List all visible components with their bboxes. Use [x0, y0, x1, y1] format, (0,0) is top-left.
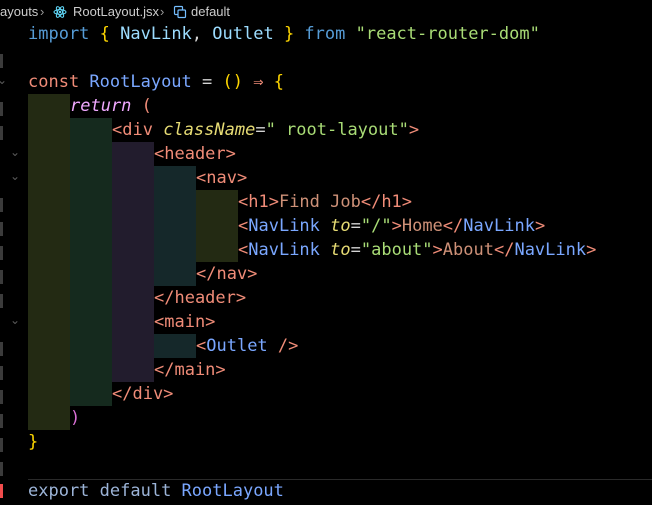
code-line-9[interactable]: <NavLink to="/">Home</NavLink> — [238, 214, 545, 238]
code-line-8[interactable]: <h1>Find Job</h1> — [238, 190, 412, 214]
editor-gutter: ⌄ ⌄ ⌄ ⌄ — [0, 22, 26, 505]
code-line-20[interactable]: export default RootLayout — [28, 479, 284, 503]
breadcrumb-separator: › — [40, 4, 45, 19]
breadcrumb-folder[interactable]: ayouts — [0, 4, 38, 19]
indent-guide — [112, 142, 154, 382]
code-line-10[interactable]: <NavLink to="about">About</NavLink> — [238, 238, 596, 262]
indent-guide — [70, 118, 112, 406]
react-file-icon — [53, 5, 67, 22]
indent-guide — [196, 190, 238, 262]
error-line-marker — [0, 484, 3, 498]
line-number-fragment — [0, 438, 3, 452]
chevron-down-icon[interactable]: ⌄ — [0, 73, 7, 87]
code-line-3[interactable]: const RootLayout = () ⇒ { — [28, 70, 284, 94]
line-number-fragment — [0, 342, 3, 356]
code-line-7[interactable]: <nav> — [196, 166, 247, 190]
line-number-fragment — [0, 246, 3, 260]
line-number-fragment — [0, 462, 3, 476]
code-line-13[interactable]: <main> — [154, 310, 215, 334]
line-number-fragment — [0, 126, 3, 140]
indent-guide — [28, 94, 70, 430]
code-line-5[interactable]: <div className=" root-layout"> — [112, 118, 419, 142]
line-number-fragment — [0, 222, 3, 236]
line-number-fragment — [0, 390, 3, 404]
breadcrumb-symbol[interactable]: default — [191, 4, 230, 19]
line-number-fragment — [0, 102, 3, 116]
code-line-4[interactable]: return ( — [70, 94, 152, 118]
chevron-down-icon[interactable]: ⌄ — [10, 145, 20, 159]
code-line-1[interactable]: import { NavLink, Outlet } from "react-r… — [28, 22, 540, 46]
line-number-fragment — [0, 198, 3, 212]
line-number-fragment — [0, 54, 3, 68]
indent-guide — [154, 166, 196, 286]
breadcrumb-separator: › — [160, 4, 165, 19]
code-line-11[interactable]: </nav> — [196, 262, 257, 286]
code-line-14[interactable]: <Outlet /> — [196, 334, 298, 358]
code-line-17[interactable]: ) — [70, 406, 80, 430]
breadcrumb: ayouts › RootLayout.jsx › default — [0, 0, 652, 22]
code-line-15[interactable]: </main> — [154, 358, 226, 382]
chevron-down-icon[interactable]: ⌄ — [10, 313, 20, 327]
code-line-16[interactable]: </div> — [112, 382, 173, 406]
line-number-fragment — [0, 414, 3, 428]
code-line-6[interactable]: <header> — [154, 142, 236, 166]
code-line-12[interactable]: </header> — [154, 286, 246, 310]
breadcrumb-file[interactable]: RootLayout.jsx — [73, 4, 159, 19]
line-number-fragment — [0, 294, 3, 308]
symbol-icon — [173, 5, 187, 22]
code-line-18[interactable]: } — [28, 430, 38, 454]
indent-guide — [154, 334, 196, 358]
line-number-fragment — [0, 366, 3, 380]
chevron-down-icon[interactable]: ⌄ — [10, 169, 20, 183]
line-number-fragment — [0, 270, 3, 284]
